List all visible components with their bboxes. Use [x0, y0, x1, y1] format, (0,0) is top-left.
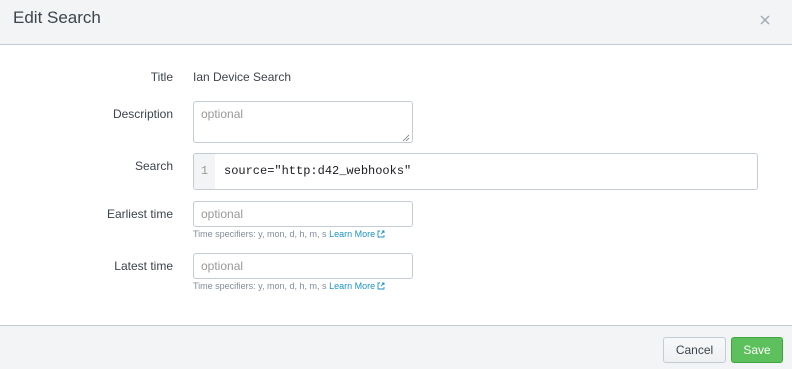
latest-time-placeholder: optional	[201, 259, 244, 273]
external-link-icon	[377, 282, 385, 293]
latest-time-help-text: Time specifiers: y, mon, d, h, m, s	[193, 281, 327, 291]
resize-grip-icon[interactable]	[402, 132, 410, 142]
cancel-button[interactable]: Cancel	[663, 337, 726, 363]
save-button[interactable]: Save	[731, 337, 783, 363]
latest-time-help: Time specifiers: y, mon, d, h, m, s Lear…	[193, 281, 385, 293]
dialog-footer: Cancel Save	[0, 325, 792, 369]
title-value: Ian Device Search	[193, 70, 292, 84]
earliest-time-input[interactable]: optional	[193, 201, 413, 227]
external-link-icon	[377, 230, 385, 241]
title-label: Title	[150, 70, 173, 84]
earliest-time-placeholder: optional	[201, 207, 244, 221]
search-label: Search	[134, 159, 173, 173]
dialog-title: Edit Search	[13, 8, 101, 27]
description-textarea[interactable]: optional	[193, 101, 413, 143]
edit-search-dialog: Edit Search Title Ian Device Search Desc…	[0, 0, 792, 369]
search-editor[interactable]: 1 source="http:d42_webhooks"	[193, 153, 758, 190]
earliest-time-learn-more-link[interactable]: Learn More	[329, 229, 385, 239]
dialog-header: Edit Search	[0, 0, 792, 45]
search-query[interactable]: source="http:d42_webhooks"	[224, 154, 411, 189]
earliest-time-label: Earliest time	[106, 207, 173, 221]
close-icon[interactable]	[757, 12, 773, 28]
latest-time-label: Latest time	[114, 259, 173, 273]
description-placeholder: optional	[201, 107, 244, 121]
description-label: Description	[112, 107, 173, 121]
latest-time-learn-more-link[interactable]: Learn More	[329, 281, 385, 291]
earliest-time-help-text: Time specifiers: y, mon, d, h, m, s	[193, 229, 327, 239]
latest-time-input[interactable]: optional	[193, 253, 413, 279]
earliest-time-help: Time specifiers: y, mon, d, h, m, s Lear…	[193, 229, 385, 241]
line-number: 1	[194, 154, 215, 189]
